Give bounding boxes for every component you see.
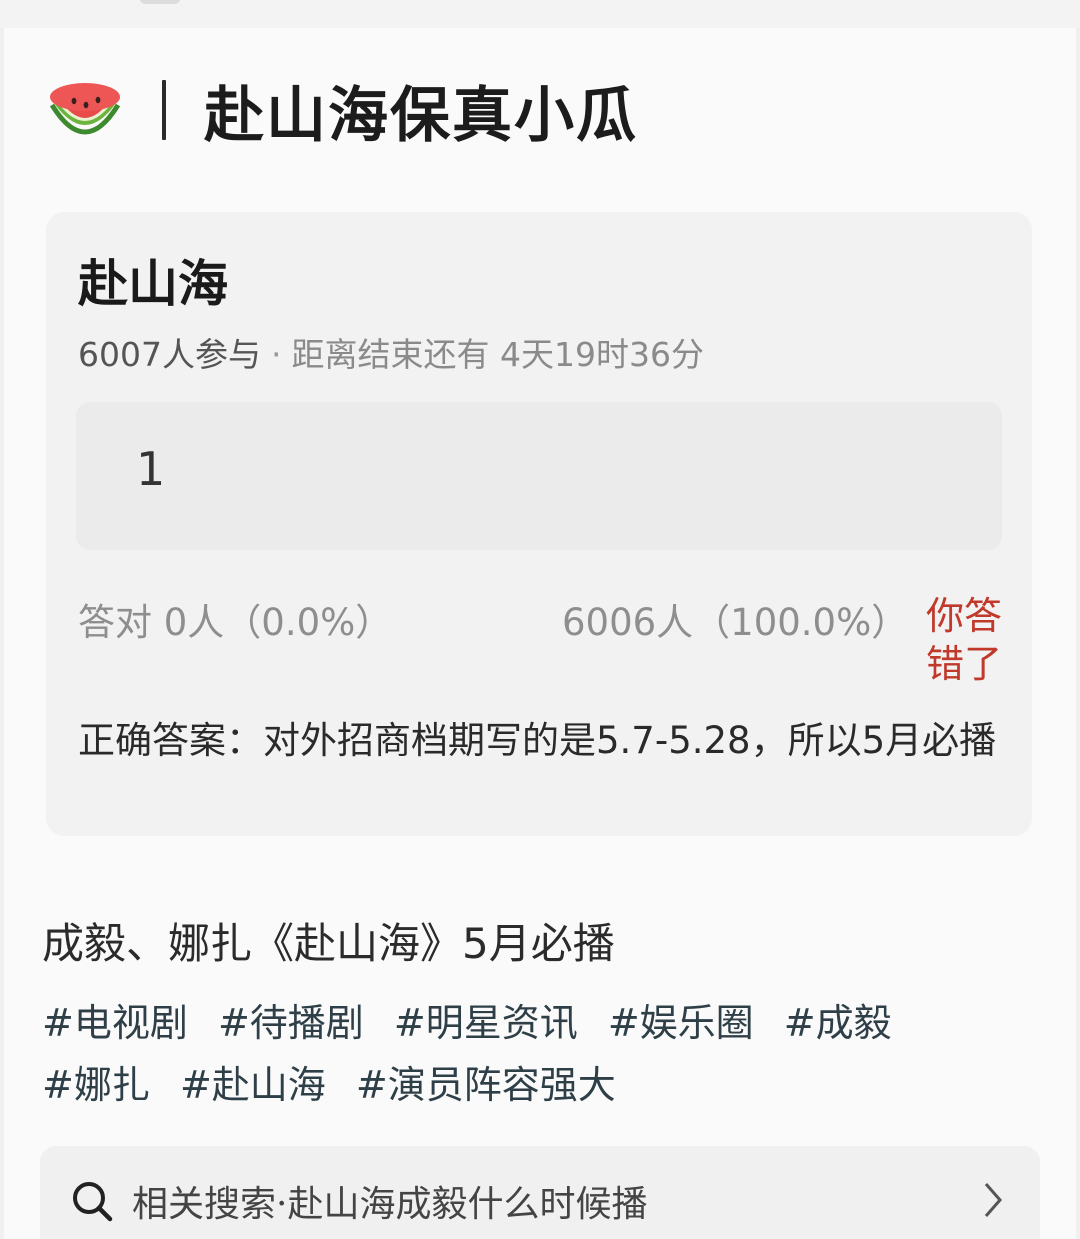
countdown: 距离结束还有 4天19时36分	[291, 335, 704, 374]
participant-count: 6007人参与	[78, 335, 261, 374]
hashtag-link[interactable]: #明星资讯	[394, 992, 578, 1054]
hashtag-link[interactable]: #电视剧	[42, 992, 188, 1054]
result-stats: 答对 0人（0.0%） 6006人（100.0%） 你答错了	[78, 592, 1008, 692]
header-title: 赴山海保真小瓜	[204, 80, 638, 151]
hashtag-link[interactable]: #待播剧	[218, 992, 364, 1054]
search-icon	[73, 1182, 113, 1222]
post-header: 赴山海保真小瓜	[46, 60, 638, 160]
result-badge: 你答错了	[926, 594, 1003, 686]
notch	[140, 0, 180, 4]
hashtag-list: #电视剧 #待播剧 #明星资讯 #娱乐圈 #成毅 #娜扎 #赴山海 #演员阵容强…	[42, 992, 1042, 1116]
related-search-bar[interactable]: 相关搜索·赴山海成毅什么时候播	[40, 1146, 1040, 1239]
post-title: 成毅、娜扎《赴山海》5月必播	[42, 919, 615, 968]
chevron-right-icon	[984, 1183, 1002, 1217]
top-strip	[0, 0, 1080, 28]
header-divider	[162, 80, 166, 140]
hashtag-link[interactable]: #赴山海	[180, 1054, 326, 1116]
answer-option-text: 1	[136, 442, 166, 496]
correct-answer: 正确答案：对外招商档期写的是5.7-5.28，所以5月必播	[78, 719, 997, 762]
quiz-title: 赴山海	[78, 255, 228, 313]
hashtag-link[interactable]: #娜扎	[42, 1054, 150, 1116]
hashtag-link[interactable]: #演员阵容强大	[356, 1054, 616, 1116]
hashtag-link[interactable]: #娱乐圈	[608, 992, 754, 1054]
correct-stat: 答对 0人（0.0%）	[78, 601, 393, 644]
related-search-text: 相关搜索·赴山海成毅什么时候播	[132, 1184, 648, 1225]
page: 赴山海保真小瓜 赴山海 6007人参与 · 距离结束还有 4天19时36分 1 答对…	[0, 0, 1080, 1239]
quiz-meta: 6007人参与 · 距离结束还有 4天19时36分	[78, 328, 704, 376]
watermelon-icon	[49, 83, 121, 135]
meta-separator: ·	[270, 335, 282, 374]
quiz-card: 赴山海 6007人参与 · 距离结束还有 4天19时36分 1 答对 0人（0.0%…	[46, 212, 1032, 836]
answer-option[interactable]: 1	[76, 402, 1002, 550]
wrong-stat: 6006人（100.0%）	[562, 601, 909, 644]
hashtag-link[interactable]: #成毅	[784, 992, 892, 1054]
